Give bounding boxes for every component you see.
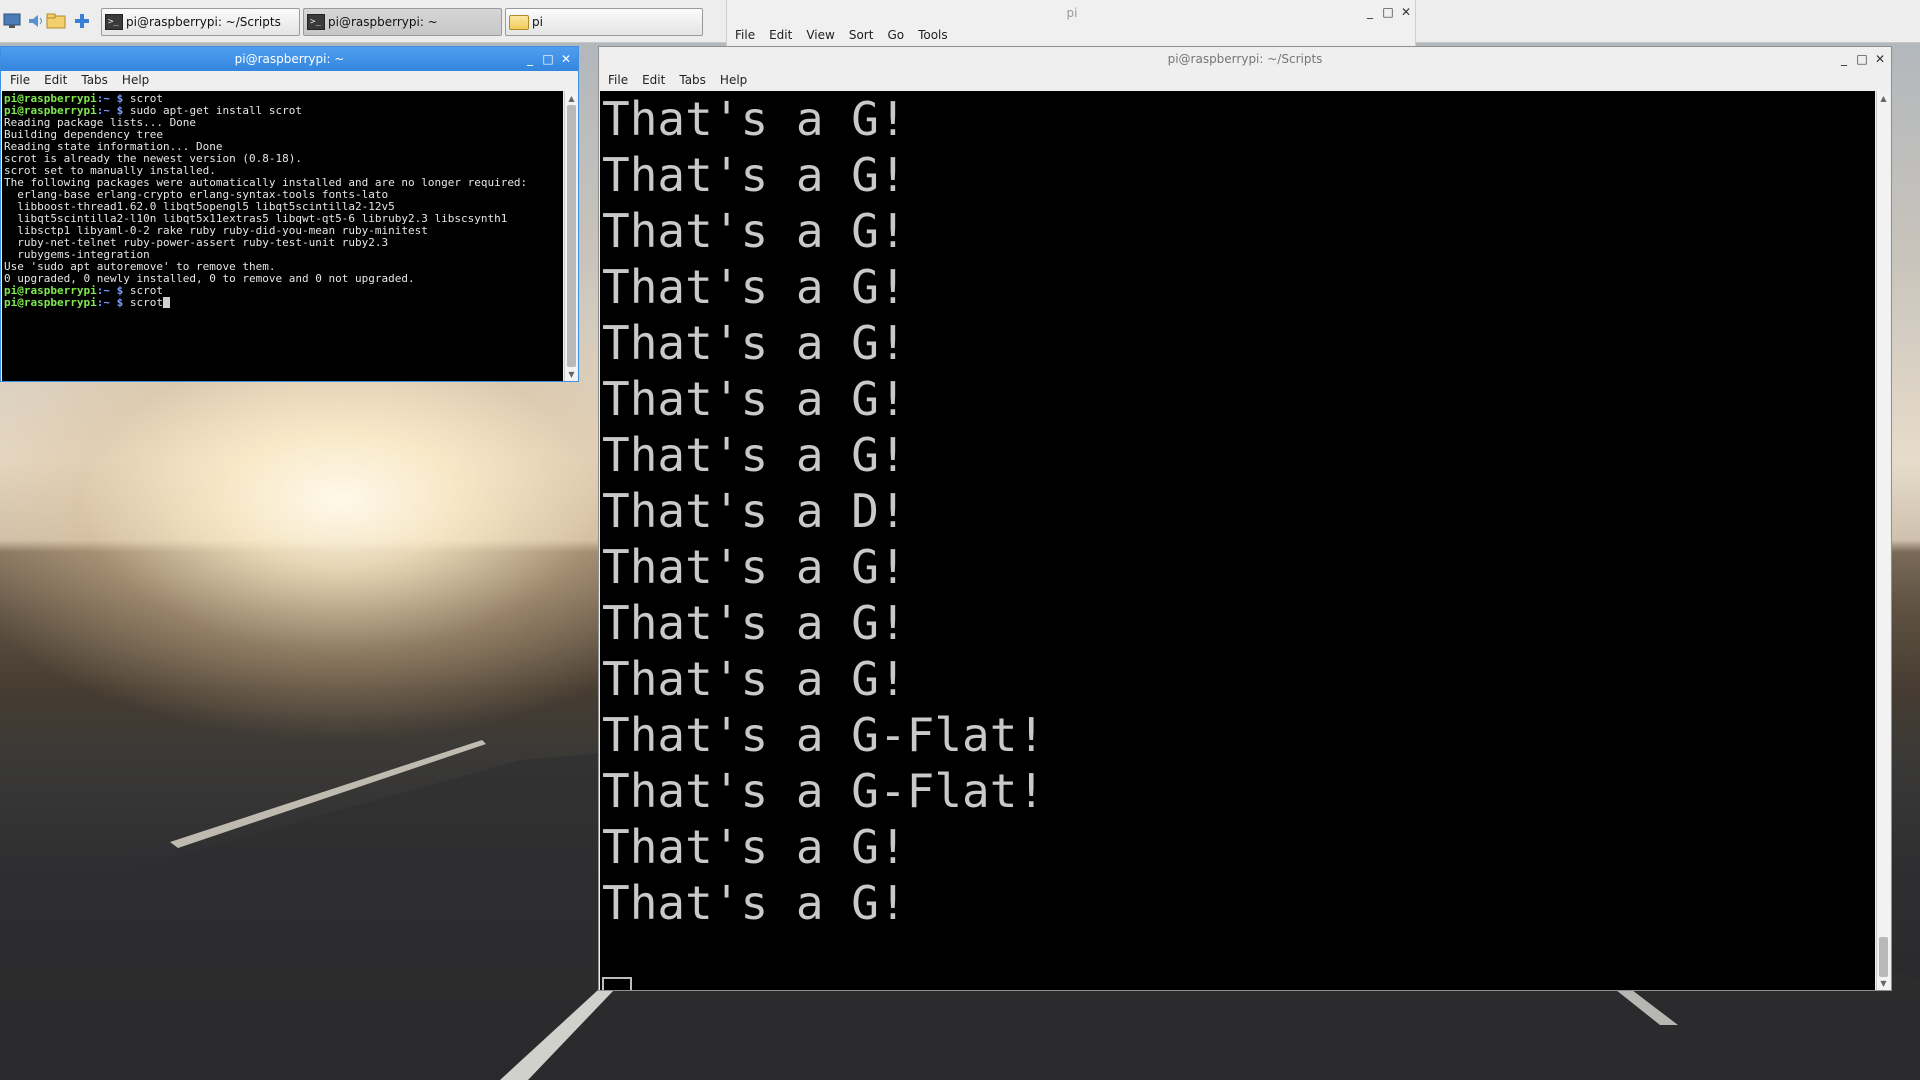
menu-help[interactable]: Help	[122, 73, 149, 87]
computer-icon[interactable]	[2, 11, 22, 31]
terminal-line: That's a G!	[602, 596, 907, 650]
terminal-line: That's a G!	[602, 820, 907, 874]
menu-file[interactable]: File	[735, 28, 755, 42]
folder-icon[interactable]	[46, 11, 66, 31]
terminal-line: That's a D!	[602, 484, 907, 538]
folder-icon	[509, 14, 529, 30]
menu-edit[interactable]: Edit	[642, 73, 665, 87]
terminal-line: pi@raspberrypi:~ $ scrot	[4, 297, 563, 309]
title-bar[interactable]: pi@raspberrypi: ~/Scripts	[599, 47, 1891, 71]
terminal-icon: >_	[307, 14, 325, 30]
terminal-cursor	[162, 297, 170, 308]
terminal-line: That's a G!	[602, 876, 907, 930]
terminal-line: That's a G!	[602, 652, 907, 706]
task-label: pi	[532, 15, 543, 29]
vertical-scrollbar[interactable]: ▲ ▼	[564, 91, 578, 381]
terminal-line: That's a G!	[602, 204, 907, 258]
terminal-line: That's a G!	[602, 316, 907, 370]
terminal-line: That's a G!	[602, 148, 907, 202]
terminal-line: That's a G!	[602, 372, 907, 426]
menu-tabs[interactable]: Tabs	[81, 73, 108, 87]
terminal-line: That's a G!	[602, 428, 907, 482]
menu-file[interactable]: File	[608, 73, 628, 87]
menu-tabs[interactable]: Tabs	[679, 73, 706, 87]
window-title: pi@raspberrypi: ~	[234, 52, 345, 66]
terminal-line: That's a G-Flat!	[602, 708, 1046, 762]
minimize-icon[interactable]: _	[1363, 5, 1377, 19]
menu-tools[interactable]: Tools	[918, 28, 948, 42]
menu-bar: File Edit Tabs Help	[10, 73, 163, 87]
scroll-down-icon[interactable]: ▼	[1877, 977, 1890, 989]
scrollbar-thumb[interactable]	[567, 105, 576, 367]
command-text: scrot	[123, 296, 163, 309]
terminal-cursor	[602, 977, 632, 990]
maximize-icon[interactable]: □	[1381, 5, 1395, 19]
window-title: pi	[1066, 6, 1078, 20]
maximize-icon[interactable]: □	[541, 52, 555, 66]
close-icon[interactable]: ✕	[1399, 5, 1413, 19]
terminal-lines: That's a G! That's a G! That's a G! That's …	[600, 91, 1875, 931]
home-terminal-window: pi@raspberrypi: ~ _ □ ✕ File Edit Tabs H…	[0, 46, 579, 382]
speaker-icon[interactable]	[26, 11, 46, 31]
terminal-line: That's a G!	[602, 260, 907, 314]
plus-icon[interactable]	[72, 11, 92, 31]
terminal-icon: >_	[105, 14, 123, 30]
menu-edit[interactable]: Edit	[769, 28, 792, 42]
menu-help[interactable]: Help	[720, 73, 747, 87]
task-label: pi@raspberrypi: ~/Scripts	[126, 15, 281, 29]
minimize-icon[interactable]: _	[1837, 52, 1851, 66]
file-manager-window: pi _ □ ✕ File Edit View Sort Go Tools	[726, 0, 1416, 46]
scroll-up-icon[interactable]: ▲	[565, 92, 578, 104]
vertical-scrollbar[interactable]: ▲ ▼	[1876, 91, 1890, 990]
maximize-icon[interactable]: □	[1855, 52, 1869, 66]
terminal-output[interactable]: pi@raspberrypi:~ $ scrot pi@raspberrypi:~…	[2, 91, 563, 381]
terminal-line: That's a G!	[602, 92, 907, 146]
task-button-scripts-terminal[interactable]: >_ pi@raspberrypi: ~/Scripts	[101, 8, 300, 36]
terminal-lines: pi@raspberrypi:~ $ scrot pi@raspberrypi:~…	[2, 91, 563, 309]
scrollbar-thumb[interactable]	[1879, 937, 1888, 977]
menu-bar: File Edit Tabs Help	[608, 73, 761, 87]
close-icon[interactable]: ✕	[1873, 52, 1887, 66]
menu-file[interactable]: File	[10, 73, 30, 87]
window-controls: _ □ ✕	[523, 52, 573, 66]
task-label: pi@raspberrypi: ~	[328, 15, 438, 29]
task-button-file-manager[interactable]: pi	[505, 8, 703, 36]
scripts-terminal-window: pi@raspberrypi: ~/Scripts _ □ ✕ File Edi…	[598, 46, 1892, 991]
window-controls: _ □ ✕	[1363, 5, 1413, 19]
task-button-home-terminal[interactable]: >_ pi@raspberrypi: ~	[303, 8, 502, 36]
minimize-icon[interactable]: _	[523, 52, 537, 66]
menu-go[interactable]: Go	[887, 28, 904, 42]
window-title: pi@raspberrypi: ~/Scripts	[1167, 52, 1323, 66]
terminal-line: That's a G!	[602, 540, 907, 594]
close-icon[interactable]: ✕	[559, 52, 573, 66]
scroll-up-icon[interactable]: ▲	[1877, 92, 1890, 104]
menu-bar: File Edit View Sort Go Tools	[735, 28, 962, 42]
menu-sort[interactable]: Sort	[849, 28, 874, 42]
prompt-user: pi@raspberrypi	[4, 296, 97, 309]
menu-edit[interactable]: Edit	[44, 73, 67, 87]
title-bar[interactable]: pi@raspberrypi: ~	[1, 47, 578, 71]
menu-view[interactable]: View	[806, 28, 834, 42]
scroll-down-icon[interactable]: ▼	[565, 368, 578, 380]
terminal-output[interactable]: That's a G! That's a G! That's a G! That's …	[600, 91, 1875, 990]
terminal-line: That's a G-Flat!	[602, 764, 1046, 818]
window-controls: _ □ ✕	[1837, 52, 1887, 66]
prompt-path: :~ $	[96, 296, 124, 309]
